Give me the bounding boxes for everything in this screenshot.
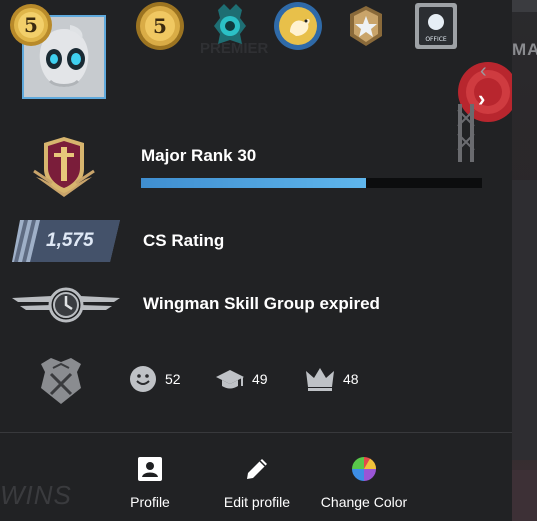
- background-strip: [512, 180, 537, 460]
- smiley-icon: [130, 366, 156, 392]
- operation-coin-icon[interactable]: [204, 0, 256, 52]
- rank-title: Major Rank 30: [141, 146, 257, 165]
- stat-teacher: 49: [216, 365, 268, 393]
- service-shield-icon: [41, 358, 81, 404]
- rank-progress-bar: [141, 178, 482, 188]
- graduation-cap-icon: [216, 370, 244, 389]
- pencil-icon: [247, 459, 267, 479]
- chevron-right-icon[interactable]: ›: [478, 86, 504, 112]
- stat-leader: 48: [305, 365, 359, 393]
- profile-button[interactable]: Profile: [115, 454, 185, 510]
- star-badge-icon[interactable]: [340, 0, 392, 52]
- crown-icon: [306, 368, 334, 391]
- background-tab-text: MA: [512, 40, 537, 59]
- year-badge-number: 5: [24, 13, 38, 37]
- wingman-clock-icon: [12, 287, 120, 323]
- background-strip: [512, 470, 537, 521]
- years-of-service-badge-icon: 5: [10, 4, 52, 46]
- wingman-skill-group-label: Wingman Skill Group expired: [143, 294, 380, 313]
- profile-label: Profile: [130, 494, 170, 510]
- cs-rating-value: 1,575: [46, 230, 94, 251]
- edit-profile-label: Edit profile: [223, 494, 291, 510]
- background-panel: [512, 0, 537, 521]
- leader-count: 48: [343, 371, 359, 387]
- change-color-button[interactable]: Change Color: [318, 454, 410, 510]
- chicken-coin-icon[interactable]: [272, 0, 324, 52]
- profile-popup: PREMIER 5 neo 5: [0, 0, 512, 521]
- background-wins-text: WINS: [0, 480, 72, 510]
- color-wheel-icon: [352, 457, 376, 481]
- cs-rating-label: CS Rating: [143, 231, 225, 250]
- change-color-label: Change Color: [320, 494, 408, 510]
- coin-number: 5: [153, 14, 167, 38]
- office-map-coin-icon[interactable]: OFFICE: [410, 0, 462, 52]
- chevron-left-icon[interactable]: ‹: [480, 60, 487, 83]
- rank-progress-fill: [141, 178, 367, 188]
- 5-year-coin-icon[interactable]: 5: [134, 0, 186, 52]
- major-rank-emblem-icon: [33, 137, 95, 197]
- coin-label: OFFICE: [425, 36, 447, 43]
- divider: [0, 432, 512, 433]
- profile-card-icon: [138, 457, 162, 481]
- friendly-count: 52: [165, 371, 181, 387]
- background-strip: [512, 0, 537, 12]
- stat-friendly: 52: [129, 365, 181, 393]
- teacher-count: 49: [252, 371, 268, 387]
- edit-profile-button[interactable]: Edit profile: [217, 454, 297, 510]
